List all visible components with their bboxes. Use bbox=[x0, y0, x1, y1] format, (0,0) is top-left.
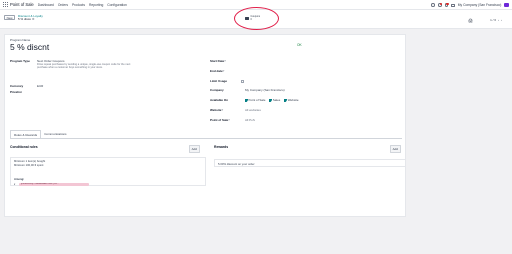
rewards-title: Rewards bbox=[214, 145, 229, 149]
pos-checkbox[interactable] bbox=[245, 98, 248, 102]
start-date-label: Start Date? bbox=[210, 59, 226, 63]
available-on-pos[interactable]: Point of Sale bbox=[245, 98, 265, 102]
available-on-sales[interactable]: Sales bbox=[269, 98, 280, 102]
rule-min-qty: Minimum 1 item(s) bought bbox=[14, 160, 46, 163]
app-brand[interactable]: Point of Sale bbox=[10, 2, 34, 7]
conditional-rules-title: Conditional rules bbox=[10, 145, 38, 149]
breadcrumb: Discount & Loyalty 5 % disco ⚙ bbox=[18, 14, 43, 22]
highlight-ellipse bbox=[234, 7, 279, 30]
tabs-divider bbox=[10, 137, 402, 139]
pager-next-icon[interactable]: › bbox=[501, 18, 502, 22]
breadcrumb-current: 5 % disco bbox=[18, 16, 32, 21]
available-on-label: Available On bbox=[210, 98, 229, 102]
website-label: Website? bbox=[210, 108, 224, 112]
pricelist-field[interactable] bbox=[37, 90, 97, 93]
limit-usage-checkbox[interactable] bbox=[241, 79, 244, 83]
print-icon[interactable]: 🖨 bbox=[468, 18, 473, 23]
navbar-systray: My Company (San Francisco) bbox=[431, 0, 509, 10]
tag-icon: ▾ bbox=[14, 183, 16, 186]
menu-reporting[interactable]: Reporting bbox=[89, 3, 103, 7]
chat-badge bbox=[439, 2, 443, 6]
available-on-website[interactable]: Website bbox=[284, 98, 299, 102]
end-date-label: End date? bbox=[210, 69, 225, 73]
company-switcher[interactable]: My Company (San Francisco) bbox=[458, 3, 502, 7]
point-of-sale-label: Point of Sale? bbox=[210, 118, 230, 122]
company-label: Company bbox=[210, 88, 224, 92]
website-field[interactable]: All websites bbox=[245, 108, 261, 112]
website-checkbox[interactable] bbox=[284, 98, 287, 102]
company-field[interactable]: My Company (San Francisco) bbox=[245, 88, 285, 92]
menu-products[interactable]: Products bbox=[72, 3, 85, 7]
status-badge: OK bbox=[297, 43, 302, 47]
program-type-label: Program Type bbox=[10, 59, 30, 63]
start-date-field[interactable] bbox=[245, 59, 305, 62]
pricelist-label: Pricelist bbox=[10, 90, 22, 94]
main-menu: Dashboard Orders Products Reporting Conf… bbox=[38, 3, 127, 7]
new-button[interactable]: New bbox=[4, 14, 16, 20]
menu-dashboard[interactable]: Dashboard bbox=[38, 3, 54, 7]
rule-min-amount: Minimum 100,00 € spent bbox=[14, 164, 44, 167]
limit-usage-label: Limit Usage bbox=[210, 79, 228, 83]
bug-icon[interactable] bbox=[431, 3, 436, 7]
product-tag: [DESK0005] Customizable Desk (Cu... bbox=[19, 183, 89, 186]
sales-checkbox[interactable] bbox=[269, 98, 272, 102]
company-icon bbox=[451, 3, 455, 7]
pager-value[interactable]: 1 / 6 bbox=[490, 18, 496, 22]
form-sheet: Program Name 5 % discnt OK Program Type … bbox=[4, 34, 406, 217]
rule-card[interactable]: Minimum 1 item(s) bought Minimum 100,00 … bbox=[10, 157, 206, 186]
pager-prev-icon[interactable]: ‹ bbox=[498, 18, 499, 22]
reward-card[interactable]: 5.00% discount on your order bbox=[214, 159, 406, 167]
chat-icon[interactable] bbox=[438, 2, 443, 7]
activity-clock-icon[interactable] bbox=[444, 2, 449, 7]
gear-icon[interactable]: ⚙ bbox=[32, 17, 35, 21]
end-date-field[interactable] bbox=[245, 69, 305, 72]
menu-orders[interactable]: Orders bbox=[58, 3, 68, 7]
program-name-field[interactable]: 5 % discnt bbox=[10, 42, 49, 52]
pager: 1 / 6 ‹ › bbox=[490, 18, 502, 22]
currency-label: Currency bbox=[10, 84, 24, 88]
activity-badge bbox=[446, 2, 449, 6]
rule-among-label: Among: bbox=[14, 178, 25, 181]
point-of-sale-field[interactable]: All PoS bbox=[245, 118, 255, 122]
currency-field[interactable]: EUR bbox=[37, 84, 43, 88]
user-avatar[interactable] bbox=[504, 2, 509, 8]
available-on-options: Point of Sale Sales Website bbox=[245, 98, 299, 102]
program-type-help: Drive repeat purchases by sending a uniq… bbox=[37, 63, 131, 70]
add-reward-button[interactable]: Add bbox=[390, 145, 401, 153]
apps-menu-icon[interactable] bbox=[3, 2, 8, 7]
add-rule-button[interactable]: Add bbox=[189, 145, 200, 153]
menu-configuration[interactable]: Configuration bbox=[107, 3, 127, 7]
